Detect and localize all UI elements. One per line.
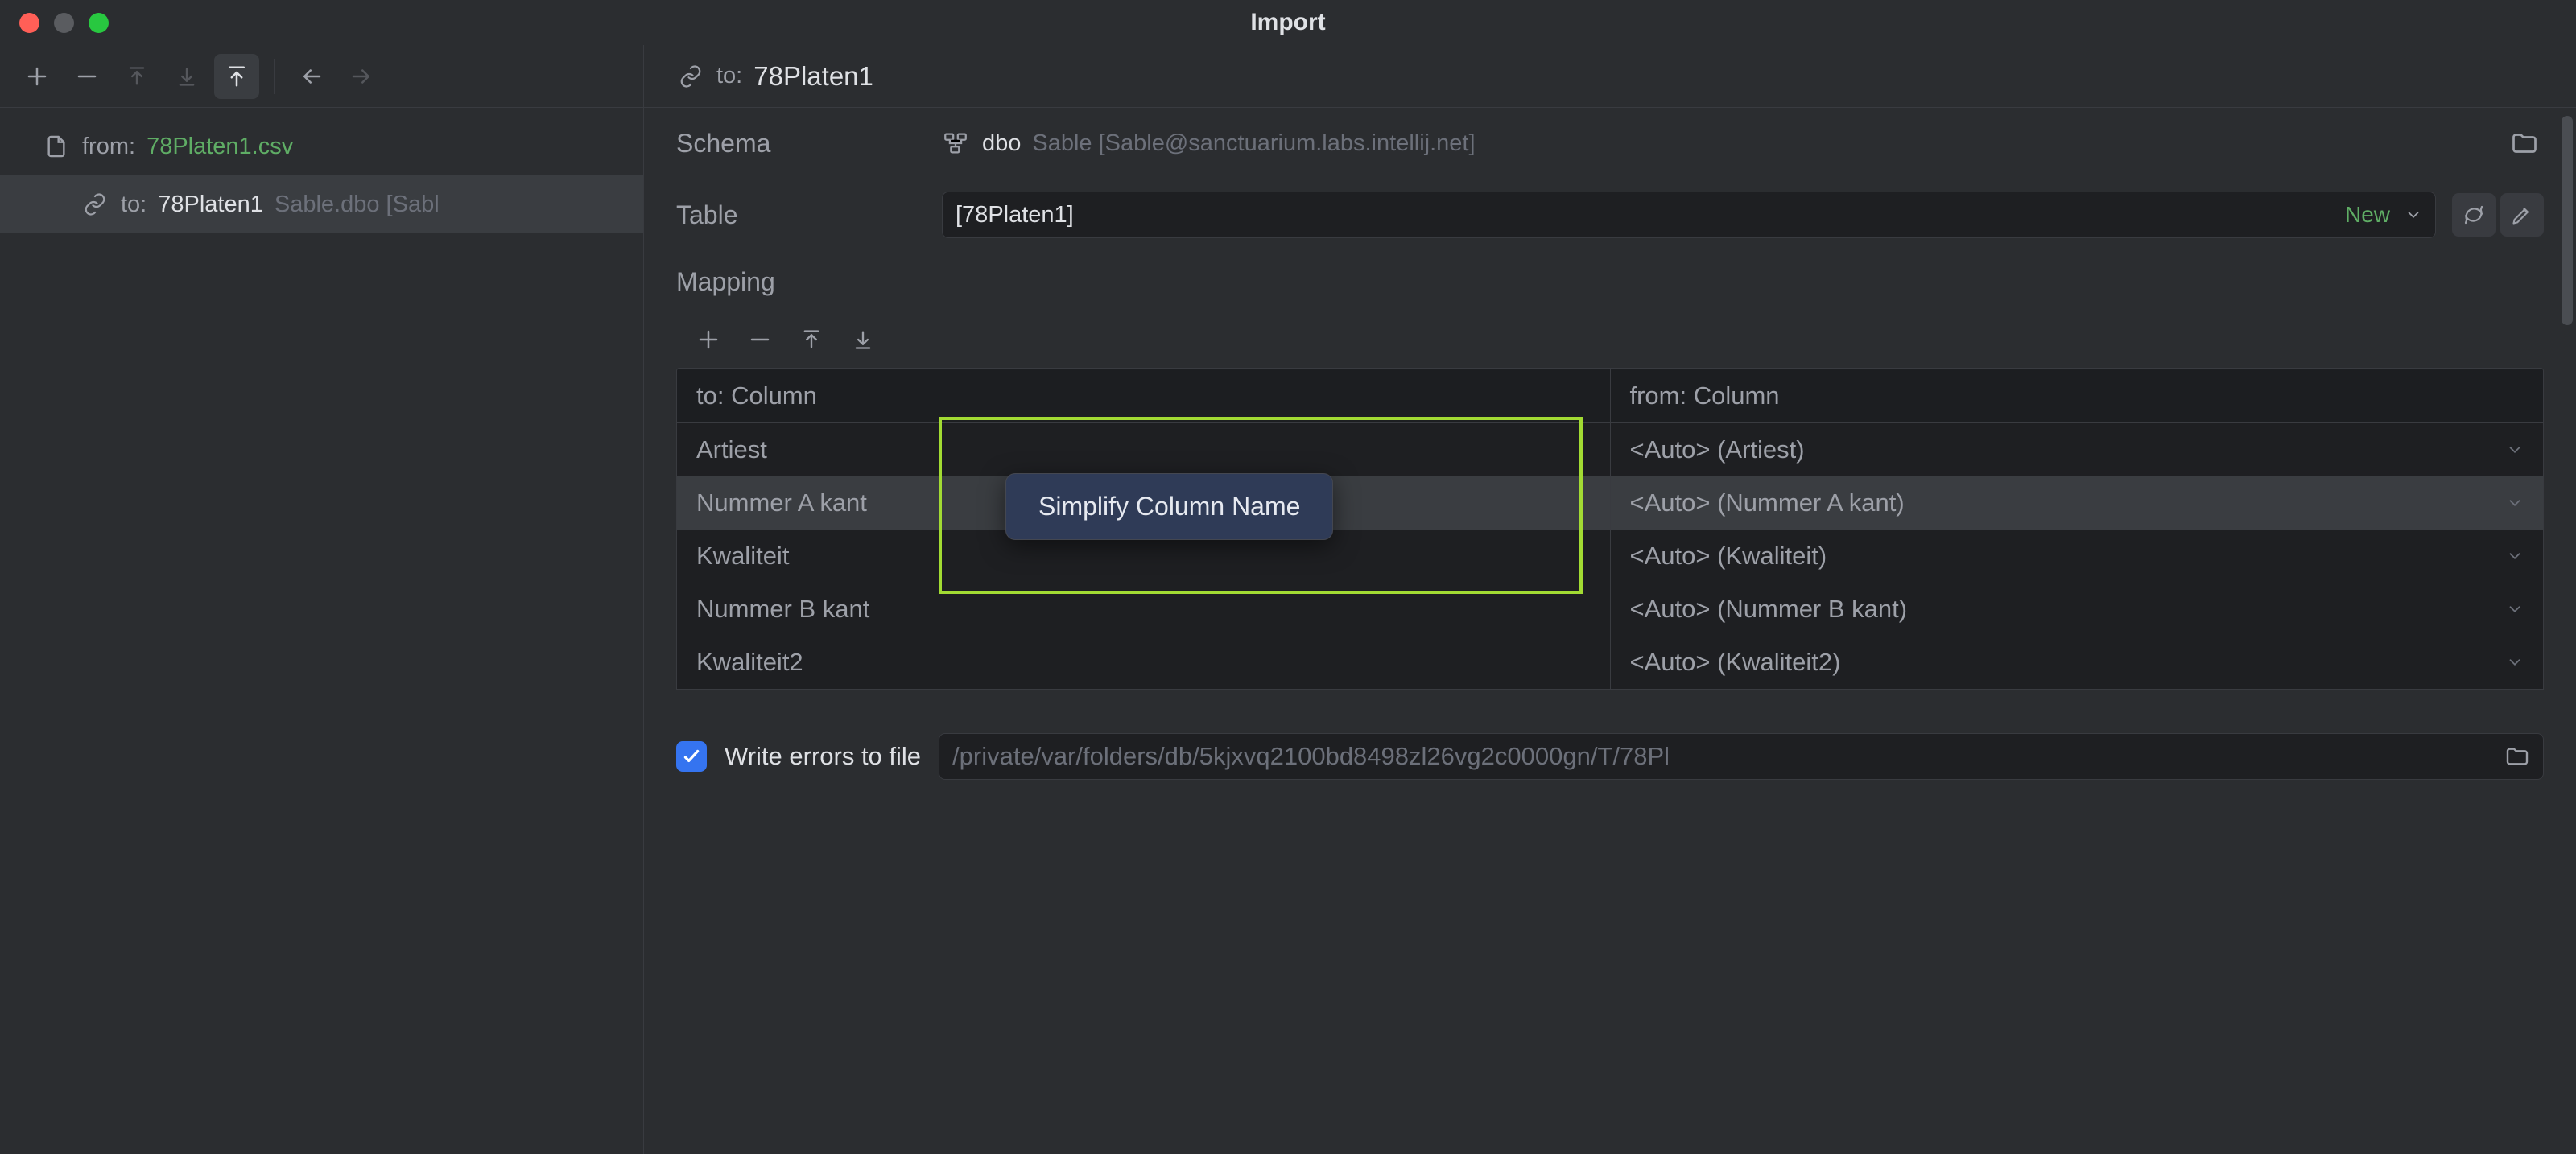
mapping-from-cell[interactable]: <Auto> (Nummer A kant) [1611,476,2544,530]
zoom-window-button[interactable] [89,13,109,33]
mapping-to-cell[interactable]: Kwaliteit2 [677,636,1611,689]
tree-source-filename: 78Platen1.csv [147,134,293,160]
chevron-down-icon [2506,494,2524,512]
mapping-from-cell[interactable]: <Auto> (Kwaliteit) [1611,530,2544,583]
source-tree: from: 78Platen1.csv to: 78Platen1 Sable.… [0,108,643,1154]
chevron-down-icon [2506,441,2524,459]
write-errors-row: Write errors to file /private/var/folder… [676,719,2544,780]
mapping-section: Mapping [676,267,2544,690]
schema-row: Schema dbo Sable [Sable@sanctuarium.labs… [676,124,2544,163]
folder-icon[interactable] [2504,744,2530,769]
mapping-move-up-button[interactable] [792,320,831,359]
mapping-from-text: <Auto> (Kwaliteit2) [1630,648,1841,677]
sidebar: from: 78Platen1.csv to: 78Platen1 Sable.… [0,45,644,1154]
forward-button[interactable] [339,54,384,99]
mapping-to-cell[interactable]: Nummer B kant [677,583,1611,636]
window-title: Import [1250,9,1325,36]
schema-dbo: dbo [982,130,1021,157]
mapping-move-down-button[interactable] [844,320,882,359]
errors-path-text: /private/var/folders/db/5kjxvq2100bd8498… [952,742,2495,771]
close-window-button[interactable] [19,13,39,33]
back-button[interactable] [289,54,334,99]
titlebar: Import [0,0,2576,45]
mapping-from-text: <Auto> (Artiest) [1630,435,1805,464]
move-down-button[interactable] [164,54,209,99]
mapping-from-text: <Auto> (Kwaliteit) [1630,542,1827,571]
schema-label: Schema [676,129,926,159]
mapping-from-cell[interactable]: <Auto> (Artiest) [1611,423,2544,476]
tree-from-label: from: [82,134,135,160]
mapping-from-cell[interactable]: <Auto> (Kwaliteit2) [1611,636,2544,689]
chevron-down-icon [2506,547,2524,565]
new-badge: New [2345,202,2390,228]
write-errors-checkbox[interactable] [676,741,707,772]
tree-to-label: to: [121,192,147,218]
browse-schema-button[interactable] [2505,124,2544,163]
table-actions [2452,193,2544,237]
table-label: Table [676,200,926,230]
context-menu-item[interactable]: Simplify Column Name [1038,492,1300,521]
content-header: to: 78Platen1 [644,45,2576,108]
col-header-from[interactable]: from: Column [1611,369,2544,422]
context-menu[interactable]: Simplify Column Name [1005,473,1333,540]
mapping-from-text: <Auto> (Nummer A kant) [1630,488,1905,517]
add-button[interactable] [14,54,60,99]
link-icon [80,190,109,219]
mapping-row[interactable]: Nummer A kant <Auto> (Nummer A kant) [677,476,2543,530]
minimize-window-button[interactable] [54,13,74,33]
file-icon [42,132,71,161]
mapping-add-button[interactable] [689,320,728,359]
mapping-row[interactable]: Kwaliteit2 <Auto> (Kwaliteit2) [677,636,2543,689]
header-to-label: to: [716,63,742,89]
refresh-ddl-button[interactable] [2452,193,2496,237]
tree-source-file[interactable]: from: 78Platen1.csv [0,117,643,175]
table-row: Table [78Platen1] New [676,192,2544,238]
schema-value[interactable]: dbo Sable [Sable@sanctuarium.labs.intell… [942,129,2489,158]
vertical-scrollbar[interactable] [2562,116,2573,325]
import-button[interactable] [214,54,259,99]
chevron-down-icon [2506,600,2524,618]
link-icon [676,62,705,91]
edit-ddl-button[interactable] [2500,193,2544,237]
tree-target-suffix: Sable.dbo [Sabl [275,192,440,218]
content-pane: to: 78Platen1 Schema dbo Sable [Sable@sa… [644,45,2576,1154]
schema-connection: Sable [Sable@sanctuarium.labs.intellij.n… [1032,130,1475,157]
schema-icon [942,129,971,158]
mapping-toolbar [676,311,2544,368]
move-up-button[interactable] [114,54,159,99]
mapping-row[interactable]: Nummer B kant <Auto> (Nummer B kant) [677,583,2543,636]
mapping-row[interactable]: Artiest <Auto> (Artiest) [677,423,2543,476]
chevron-down-icon [2405,206,2422,224]
mapping-table-header: to: Column from: Column [677,369,2543,423]
table-field[interactable]: [78Platen1] New [942,192,2436,238]
remove-button[interactable] [64,54,109,99]
mapping-from-cell[interactable]: <Auto> (Nummer B kant) [1611,583,2544,636]
mapping-table: to: Column from: Column Artiest <Auto> (… [676,368,2544,690]
table-name: [78Platen1] [956,202,2334,229]
header-target-name: 78Platen1 [753,61,873,92]
mapping-from-text: <Auto> (Nummer B kant) [1630,595,1908,624]
mapping-row[interactable]: Kwaliteit <Auto> (Kwaliteit) [677,530,2543,583]
tree-target-name: 78Platen1 [158,192,263,218]
errors-path-field[interactable]: /private/var/folders/db/5kjxvq2100bd8498… [939,733,2544,780]
chevron-down-icon [2506,653,2524,671]
separator [274,59,275,94]
window-controls [19,13,109,33]
col-header-to[interactable]: to: Column [677,369,1611,422]
mapping-to-cell[interactable]: Artiest [677,423,1611,476]
tree-target-table[interactable]: to: 78Platen1 Sable.dbo [Sabl [0,175,643,233]
mapping-label: Mapping [676,267,926,297]
write-errors-label: Write errors to file [724,742,921,771]
sidebar-toolbar [0,45,643,108]
mapping-remove-button[interactable] [741,320,779,359]
